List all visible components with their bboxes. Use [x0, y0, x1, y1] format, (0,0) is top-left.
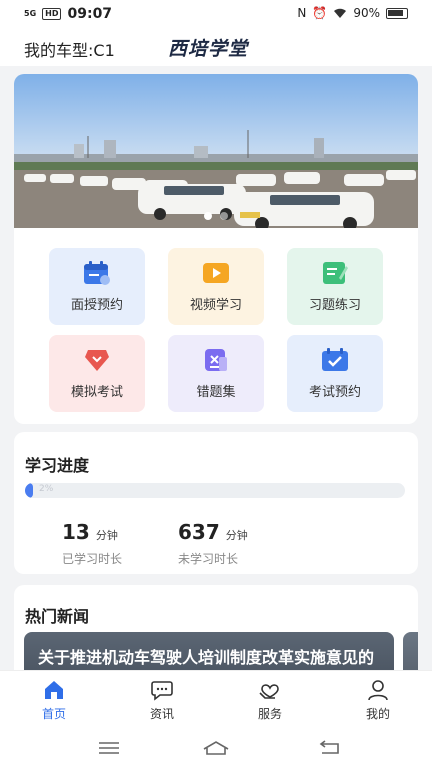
- studied-unit: 分钟: [95, 529, 118, 542]
- carousel-dot[interactable]: [220, 212, 228, 220]
- alarm-icon: ⏰: [312, 6, 328, 20]
- home-top-card: 面授预约 视频学习 习题练习 模拟考试 错题集 考试预约: [14, 74, 418, 424]
- system-nav-bar: [0, 728, 432, 768]
- battery-percent: 90%: [353, 6, 380, 20]
- studied-time-stat: 13 分钟 已学习时长: [62, 520, 182, 567]
- network-indicator: 5G: [24, 9, 37, 18]
- feature-label: 模拟考试: [70, 385, 123, 400]
- app-logo: 西培学堂: [168, 38, 249, 60]
- hd-badge: HD: [42, 8, 62, 20]
- battery-icon: [386, 7, 408, 19]
- studied-label: 已学习时长: [62, 552, 123, 566]
- car-type-selector[interactable]: 我的车型:C1: [24, 37, 115, 61]
- section-title: 热门新闻: [25, 607, 90, 626]
- service-heart-icon: [259, 684, 279, 699]
- tab-mine[interactable]: 我的: [324, 671, 432, 728]
- calendar-icon: [84, 261, 110, 285]
- progress-bar-fill: [25, 483, 33, 498]
- bottom-tab-bar: 首页 资讯 服务 我的: [0, 670, 432, 728]
- banner-carousel[interactable]: [14, 74, 418, 228]
- tab-news[interactable]: 资讯: [108, 671, 216, 728]
- feature-grid: 面授预约 视频学习 习题练习 模拟考试 错题集 考试预约: [49, 248, 383, 412]
- tab-label: 资讯: [149, 707, 174, 721]
- feature-label: 视频学习: [189, 298, 242, 313]
- banner-image: [14, 74, 418, 228]
- progress-percent: 2%: [39, 484, 54, 494]
- exercise-edit-icon: [323, 262, 348, 284]
- wifi-icon: [334, 8, 347, 18]
- exam-badge-icon: [85, 350, 109, 371]
- carousel-dot[interactable]: [204, 212, 212, 220]
- tab-service[interactable]: 服务: [216, 671, 324, 728]
- remaining-time-stat: 637 分钟 未学习时长: [178, 520, 298, 567]
- tab-label: 我的: [365, 707, 390, 721]
- home-icon: [45, 681, 63, 699]
- home-nav-icon[interactable]: [202, 740, 230, 756]
- feature-exam-appointment[interactable]: 考试预约: [287, 335, 383, 412]
- nfc-icon: N: [297, 6, 307, 20]
- exam-appointment-icon: [322, 348, 348, 371]
- tab-label: 首页: [41, 707, 66, 721]
- feature-wrong-questions[interactable]: 错题集: [168, 335, 264, 412]
- feature-exercise-practice[interactable]: 习题练习: [287, 248, 383, 325]
- remaining-label: 未学习时长: [178, 552, 239, 566]
- feature-video-learning[interactable]: 视频学习: [168, 248, 264, 325]
- remaining-value: 637: [178, 520, 220, 544]
- studied-value: 13: [62, 520, 90, 544]
- user-icon: [368, 680, 388, 701]
- menu-icon[interactable]: [98, 740, 120, 756]
- feature-face-to-face-booking[interactable]: 面授预约: [49, 248, 145, 325]
- study-progress-card: 学习进度 2% 13 分钟 已学习时长 637 分钟 未学习时长: [14, 432, 418, 574]
- section-title: 学习进度: [25, 456, 90, 475]
- tab-home[interactable]: 首页: [0, 671, 108, 728]
- carousel-dots: [14, 212, 418, 220]
- app-header: 我的车型:C1 西培学堂: [0, 28, 432, 66]
- feature-mock-exam[interactable]: 模拟考试: [49, 335, 145, 412]
- wrong-questions-icon: [205, 349, 227, 371]
- status-time: 09:07: [67, 6, 113, 22]
- feature-label: 考试预约: [308, 385, 361, 400]
- feature-label: 习题练习: [308, 298, 361, 313]
- progress-bar: 2%: [25, 483, 405, 498]
- video-play-icon: [203, 263, 229, 283]
- feature-label: 错题集: [196, 385, 236, 400]
- feature-label: 面授预约: [70, 298, 123, 313]
- tab-label: 服务: [257, 707, 282, 721]
- remaining-unit: 分钟: [225, 529, 248, 542]
- chat-bubble-icon: [151, 681, 173, 701]
- status-bar: 5G HD 09:07 N ⏰ 90%: [0, 0, 432, 28]
- back-icon[interactable]: [318, 740, 340, 756]
